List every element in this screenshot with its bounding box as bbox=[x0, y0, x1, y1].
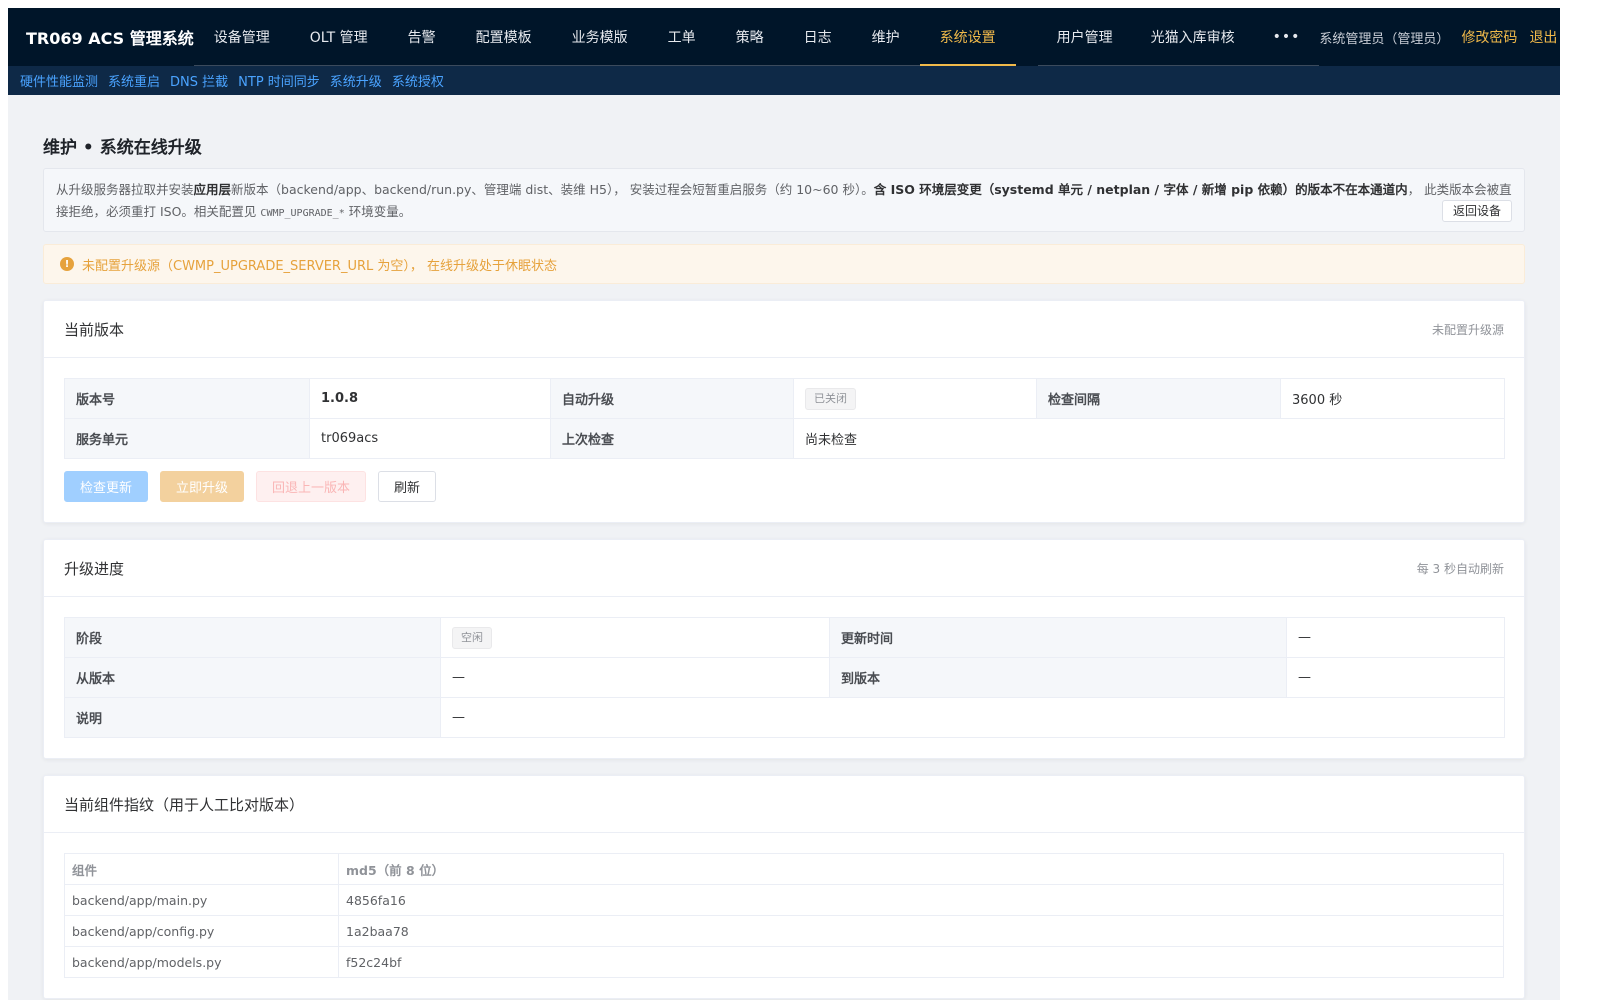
page-title: 维护 • 系统在线升级 bbox=[43, 138, 202, 158]
nav-item-user-management[interactable]: 用户管理 bbox=[1038, 8, 1132, 65]
last-check-label: 上次检查 bbox=[550, 418, 794, 459]
desc-bold-1: 应用层 bbox=[193, 182, 232, 197]
nav-item-alarms[interactable]: 告警 bbox=[388, 8, 456, 65]
card-extra: 未配置升级源 bbox=[1431, 322, 1504, 337]
version-label: 版本号 bbox=[64, 378, 310, 419]
updated-time-label: 更新时间 bbox=[829, 617, 1287, 658]
top-navbar: TR069 ACS 管理系统 设备管理 OLT 管理 告警 配置模板 业务模版 … bbox=[8, 8, 1560, 66]
md5-cell: f52c24bf bbox=[338, 946, 1504, 978]
nav-item-service-templates[interactable]: 业务模版 bbox=[552, 8, 648, 65]
column-header-component: 组件 bbox=[64, 853, 339, 885]
component-cell: backend/app/main.py bbox=[64, 884, 339, 916]
nav-item-config-templates[interactable]: 配置模板 bbox=[456, 8, 552, 65]
card-title: 当前版本 bbox=[64, 320, 125, 339]
subnav-hardware-monitor[interactable]: 硬件性能监测 bbox=[20, 71, 98, 90]
nav-item-logs[interactable]: 日志 bbox=[784, 8, 852, 65]
check-interval-label: 检查间隔 bbox=[1036, 378, 1281, 419]
from-version-label: 从版本 bbox=[64, 657, 441, 698]
subnav-system-upgrade[interactable]: 系统升级 bbox=[330, 71, 382, 90]
current-version-card: 当前版本 未配置升级源 版本号 1.0.8 自动升级 已关闭 检查间隔 3600… bbox=[43, 300, 1525, 523]
version-value: 1.0.8 bbox=[309, 378, 551, 419]
back-to-device-button[interactable]: 返回设备 bbox=[1441, 200, 1512, 222]
brand-title: TR069 ACS 管理系统 bbox=[26, 29, 194, 48]
auto-upgrade-label: 自动升级 bbox=[550, 378, 794, 419]
from-version-value: — bbox=[440, 657, 830, 698]
card-body: 组件 md5（前 8 位） backend/app/main.py 4856fa… bbox=[44, 833, 1524, 998]
table-row: backend/app/models.py f52c24bf bbox=[64, 946, 1504, 978]
nav-item-work-orders[interactable]: 工单 bbox=[648, 8, 716, 65]
upgrade-source-alert: ! 未配置升级源（CWMP_UPGRADE_SERVER_URL 为空）， 在线… bbox=[43, 244, 1525, 284]
secondary-menu: 用户管理 光猫入库审核 ••• bbox=[1037, 8, 1320, 66]
desc-bold-2: 含 ISO 环境层变更（systemd 单元 / netplan / 字体 / … bbox=[873, 182, 1408, 197]
service-unit-label: 服务单元 bbox=[64, 418, 310, 459]
check-update-button[interactable]: 检查更新 bbox=[64, 471, 149, 502]
stage-label: 阶段 bbox=[64, 617, 441, 658]
nav-item-maintenance[interactable]: 维护 bbox=[852, 8, 920, 65]
last-check-value: 尚未检查 bbox=[793, 418, 1505, 459]
logout-link[interactable]: 退出 bbox=[1529, 27, 1557, 47]
upgrade-description: 从升级服务器拉取并安装应用层新版本（backend/app、backend/ru… bbox=[43, 168, 1525, 232]
auto-upgrade-status-badge: 已关闭 bbox=[805, 387, 856, 410]
to-version-value: — bbox=[1286, 657, 1505, 698]
version-actions: 检查更新 立即升级 回退上一版本 刷新 bbox=[64, 471, 1504, 502]
version-info-table: 版本号 1.0.8 自动升级 已关闭 检查间隔 3600 秒 服务单元 tr06… bbox=[64, 378, 1505, 459]
desc-text-2: 新版本（backend/app、backend/run.py、管理端 dist、… bbox=[231, 182, 874, 197]
main-content: 维护 • 系统在线升级 从升级服务器拉取并安装应用层新版本（backend/ap… bbox=[8, 133, 1560, 999]
card-title: 当前组件指纹（用于人工比对版本） bbox=[64, 795, 305, 814]
desc-text-1: 从升级服务器拉取并安装 bbox=[56, 182, 194, 197]
stage-status-badge: 空闲 bbox=[452, 626, 492, 649]
change-password-link[interactable]: 修改密码 bbox=[1461, 27, 1517, 47]
md5-cell: 1a2baa78 bbox=[338, 915, 1504, 947]
desc-env-code: CWMP_UPGRADE_* bbox=[260, 208, 345, 219]
nav-item-system-settings[interactable]: 系统设置 bbox=[919, 8, 1016, 66]
subnav-system-license[interactable]: 系统授权 bbox=[392, 71, 444, 90]
app-window: TR069 ACS 管理系统 设备管理 OLT 管理 告警 配置模板 业务模版 … bbox=[8, 8, 1560, 1000]
more-menu-icon[interactable]: ••• bbox=[1254, 8, 1320, 65]
card-body: 版本号 1.0.8 自动升级 已关闭 检查间隔 3600 秒 服务单元 tr06… bbox=[44, 358, 1524, 522]
sub-navbar: 硬件性能监测 系统重启 DNS 拦截 NTP 时间同步 系统升级 系统授权 bbox=[8, 66, 1560, 95]
component-fingerprint-card: 当前组件指纹（用于人工比对版本） 组件 md5（前 8 位） backend/a… bbox=[43, 775, 1525, 999]
nav-item-policies[interactable]: 策略 bbox=[716, 8, 784, 65]
md5-cell: 4856fa16 bbox=[338, 884, 1504, 916]
component-cell: backend/app/models.py bbox=[64, 946, 339, 978]
user-area: 系统管理员（管理员） 修改密码 退出 bbox=[1319, 27, 1560, 47]
alert-text: 未配置升级源（CWMP_UPGRADE_SERVER_URL 为空）， 在线升级… bbox=[82, 258, 558, 274]
upgrade-now-button[interactable]: 立即升级 bbox=[160, 471, 245, 502]
subnav-system-restart[interactable]: 系统重启 bbox=[108, 71, 160, 90]
main-menu: 设备管理 OLT 管理 告警 配置模板 业务模版 工单 策略 日志 维护 系统设… bbox=[193, 8, 1016, 66]
to-version-label: 到版本 bbox=[829, 657, 1287, 698]
progress-table: 阶段 空闲 更新时间 — 从版本 — 到版本 — 说明 — bbox=[64, 617, 1505, 738]
card-extra: 每 3 秒自动刷新 bbox=[1416, 561, 1504, 576]
card-header: 当前版本 未配置升级源 bbox=[44, 301, 1524, 358]
upgrade-progress-card: 升级进度 每 3 秒自动刷新 阶段 空闲 更新时间 — 从版本 — 到版本 — … bbox=[43, 539, 1525, 759]
fingerprint-table: 组件 md5（前 8 位） backend/app/main.py 4856fa… bbox=[64, 853, 1504, 978]
table-row: backend/app/config.py 1a2baa78 bbox=[64, 915, 1504, 947]
nav-item-ont-intake-review[interactable]: 光猫入库审核 bbox=[1132, 8, 1254, 65]
nav-item-devices[interactable]: 设备管理 bbox=[194, 8, 290, 65]
subnav-ntp-sync[interactable]: NTP 时间同步 bbox=[238, 71, 320, 90]
column-header-md5: md5（前 8 位） bbox=[338, 853, 1504, 885]
card-header: 当前组件指纹（用于人工比对版本） bbox=[44, 776, 1524, 833]
subnav-dns-block[interactable]: DNS 拦截 bbox=[170, 71, 228, 90]
note-value: — bbox=[440, 697, 1505, 738]
warning-icon: ! bbox=[60, 257, 74, 271]
check-interval-value: 3600 秒 bbox=[1280, 378, 1505, 419]
table-row: backend/app/main.py 4856fa16 bbox=[64, 884, 1504, 916]
nav-item-olt[interactable]: OLT 管理 bbox=[290, 8, 388, 65]
updated-time-value: — bbox=[1286, 617, 1505, 658]
rollback-button[interactable]: 回退上一版本 bbox=[256, 471, 367, 502]
component-cell: backend/app/config.py bbox=[64, 915, 339, 947]
card-header: 升级进度 每 3 秒自动刷新 bbox=[44, 540, 1524, 597]
card-title: 升级进度 bbox=[64, 559, 125, 578]
note-label: 说明 bbox=[64, 697, 441, 738]
card-body: 阶段 空闲 更新时间 — 从版本 — 到版本 — 说明 — bbox=[44, 597, 1524, 758]
current-user: 系统管理员（管理员） bbox=[1319, 31, 1450, 47]
table-header-row: 组件 md5（前 8 位） bbox=[64, 853, 1504, 885]
desc-text-4: 环境变量。 bbox=[344, 204, 412, 219]
refresh-button[interactable]: 刷新 bbox=[378, 471, 437, 502]
service-unit-value: tr069acs bbox=[309, 418, 551, 459]
